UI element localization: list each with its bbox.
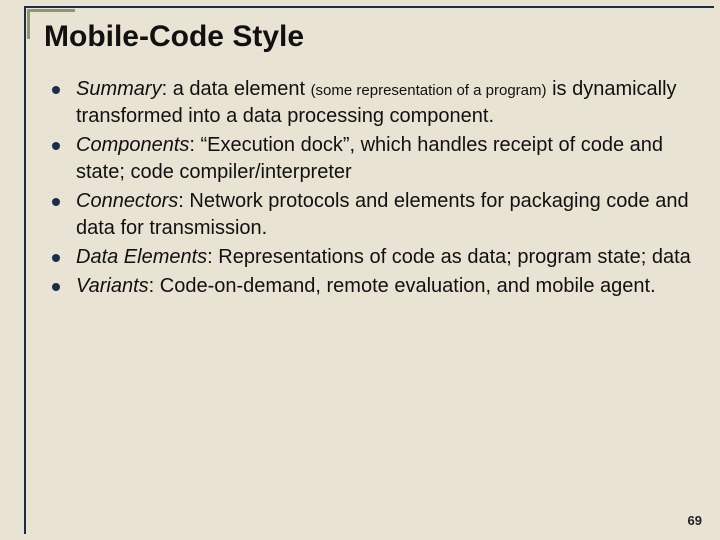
bullet-term: Components xyxy=(76,134,189,156)
page-number: 69 xyxy=(688,513,702,528)
bullet-text: : Code-on-demand, remote evaluation, and… xyxy=(149,275,656,297)
slide-title: Mobile-Code Style xyxy=(44,20,700,54)
list-item: Data Elements: Representations of code a… xyxy=(48,244,700,271)
list-item: Variants: Code-on-demand, remote evaluat… xyxy=(48,273,700,300)
bullet-list: Summary: a data element (some representa… xyxy=(44,76,700,300)
list-item: Components: “Execution dock”, which hand… xyxy=(48,132,700,186)
slide-content: Mobile-Code Style Summary: a data elemen… xyxy=(44,20,700,520)
list-item: Summary: a data element (some representa… xyxy=(48,76,700,130)
bullet-text: : Representations of code as data; progr… xyxy=(207,246,691,268)
bullet-term: Data Elements xyxy=(76,246,207,268)
bullet-text: : a data element xyxy=(162,78,311,100)
bullet-small: (some representation of a program) xyxy=(311,82,547,99)
bullet-term: Connectors xyxy=(76,190,178,212)
list-item: Connectors: Network protocols and elemen… xyxy=(48,188,700,242)
bullet-term: Summary xyxy=(76,78,162,100)
bullet-term: Variants xyxy=(76,275,149,297)
